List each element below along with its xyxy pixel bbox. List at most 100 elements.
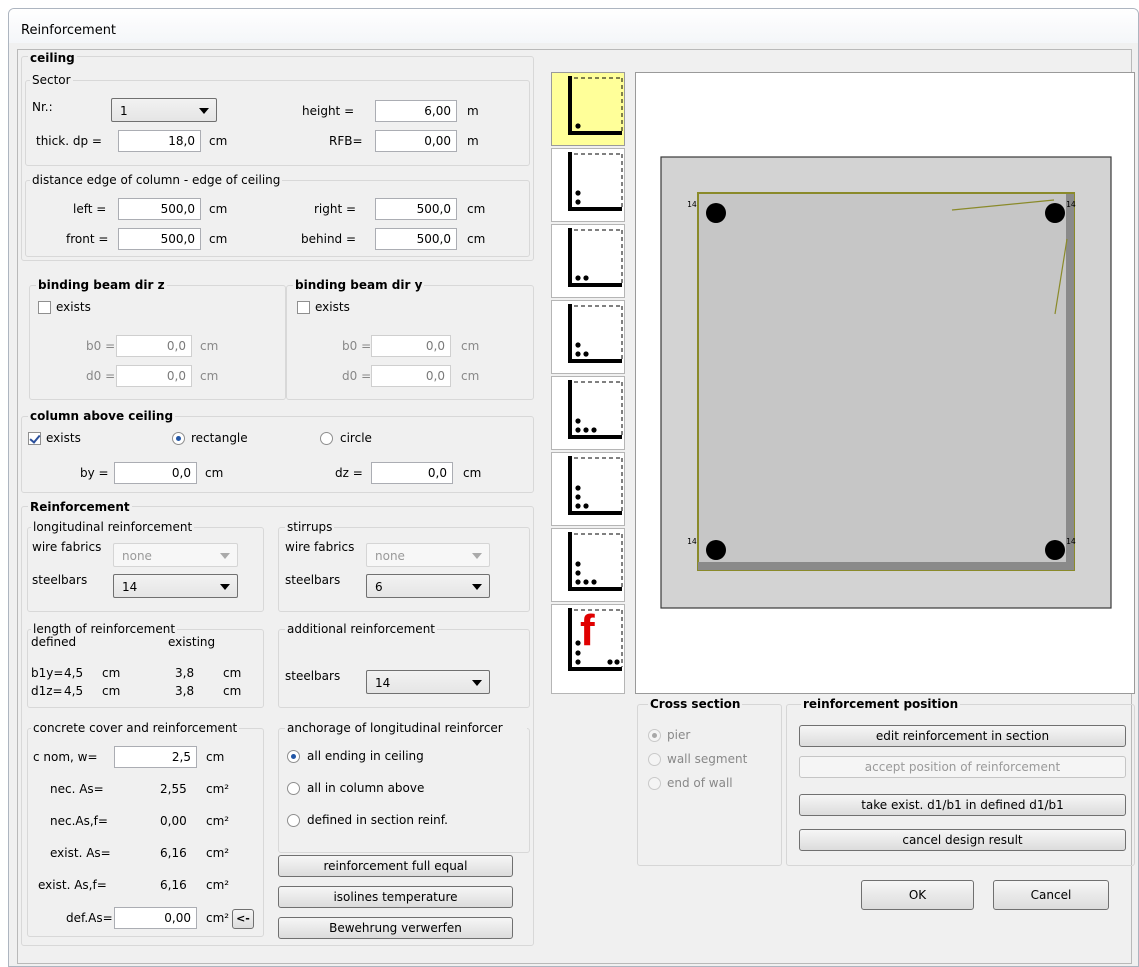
additional-title: additional reinforcement	[285, 622, 438, 636]
chevron-down-icon	[472, 584, 482, 590]
rectangle-radio[interactable]	[172, 432, 185, 445]
beam-y-b0-field[interactable]: 0,0	[371, 335, 451, 357]
defined-label: defined	[31, 635, 77, 649]
additional-steelbars-select[interactable]: 14	[366, 670, 490, 694]
pier-radio[interactable]	[648, 729, 661, 742]
reinforcement-full-equal-button[interactable]: reinforcement full equal	[278, 855, 513, 877]
take-exist-d1b1-button[interactable]: take exist. d1/b1 in defined d1/b1	[799, 794, 1126, 816]
take-value-arrow-button[interactable]: <-	[232, 909, 254, 929]
nr-label: Nr.:	[32, 100, 53, 114]
right-distance-field[interactable]: 500,0	[375, 198, 457, 220]
layout-thumbnail-2[interactable]	[551, 148, 625, 222]
beam-y-d0-field[interactable]: 0,0	[371, 365, 451, 387]
anchorage-ceiling-radio[interactable]	[287, 750, 300, 763]
stirrup-wire-fabrics-select[interactable]: none	[366, 543, 490, 567]
end-of-wall-radio[interactable]	[648, 777, 661, 790]
exist-as-value: 6,16	[160, 846, 187, 860]
thick-field[interactable]: 18,0	[118, 130, 201, 152]
d1z-existing-unit: cm	[223, 684, 242, 698]
b1y-existing-unit: cm	[223, 666, 242, 680]
stirrup-steelbars-select[interactable]: 6	[366, 574, 490, 598]
dz-unit: cm	[463, 466, 482, 480]
longitudinal-title: longitudinal reinforcement	[31, 520, 195, 534]
existing-label: existing	[168, 635, 216, 649]
layout-1-icon	[568, 76, 623, 135]
sector-nr-select[interactable]: 1	[111, 98, 217, 122]
behind-distance-field[interactable]: 500,0	[375, 228, 457, 250]
by-field[interactable]: 0,0	[114, 462, 197, 484]
bewehrung-verwerfen-button[interactable]: Bewehrung verwerfen	[278, 917, 513, 939]
binding-beam-z-group: binding beam dir z exists b0 = 0,0 cm d0…	[29, 278, 286, 400]
behind-label: behind =	[301, 232, 357, 246]
long-steelbars-select[interactable]: 14	[113, 574, 238, 598]
long-steel-value: 14	[122, 580, 138, 594]
layout-3-icon	[568, 228, 623, 287]
beam-z-d0-field[interactable]: 0,0	[116, 365, 192, 387]
by-label: by =	[80, 466, 109, 480]
chevron-down-icon	[472, 680, 482, 686]
rebar-top-left	[706, 203, 726, 223]
stirrup-wire-label: wire fabrics	[285, 540, 355, 554]
isolines-temperature-button[interactable]: isolines temperature	[278, 886, 513, 908]
chevron-down-icon	[199, 108, 209, 114]
layout-thumbnail-7[interactable]	[551, 528, 625, 602]
beam-z-b0-unit: cm	[200, 339, 219, 353]
pier-label: pier	[667, 728, 691, 742]
edit-reinforcement-button[interactable]: edit reinforcement in section	[799, 725, 1126, 747]
dialog-client: ceiling Sector Nr.: 1 height = 6,00 m th…	[17, 49, 1135, 964]
anchorage-group: anchorage of longitudinal reinforcer all…	[278, 721, 530, 853]
column-above-exists-checkbox[interactable]	[28, 432, 41, 445]
thick-unit: cm	[209, 134, 228, 148]
ok-button[interactable]: OK	[861, 880, 974, 910]
length-group: length of reinforcement defined existing…	[27, 622, 264, 708]
anchorage-column-radio[interactable]	[287, 782, 300, 795]
circle-radio[interactable]	[320, 432, 333, 445]
dz-field[interactable]: 0,0	[371, 462, 453, 484]
nec-as-unit: cm²	[206, 782, 230, 796]
rfb-field[interactable]: 0,00	[375, 130, 457, 152]
end-of-wall-label: end of wall	[667, 776, 733, 790]
rebar-top-right	[1045, 203, 1065, 223]
layout-thumbnail-4[interactable]	[551, 300, 625, 374]
def-as-field[interactable]: 0,00	[114, 907, 197, 929]
accept-position-button[interactable]: accept position of reinforcement	[799, 756, 1126, 778]
cnom-field[interactable]: 2,5	[114, 746, 197, 768]
wall-segment-radio[interactable]	[648, 753, 661, 766]
free-layout-letter: f	[580, 606, 595, 655]
beam-y-b0-label: b0 =	[342, 339, 372, 353]
long-steel-label: steelbars	[32, 573, 88, 587]
front-unit: cm	[209, 232, 228, 246]
front-distance-field[interactable]: 500,0	[118, 228, 201, 250]
additional-steel-value: 14	[375, 676, 391, 690]
rfb-label: RFB=	[329, 134, 363, 148]
layout-thumbnail-free[interactable]: f	[551, 604, 625, 694]
cancel-design-result-button[interactable]: cancel design result	[799, 829, 1126, 851]
cross-section-preview: 14 14 14 14	[635, 72, 1135, 694]
anchorage-defined-radio[interactable]	[287, 814, 300, 827]
cross-section-title: Cross section	[648, 697, 743, 711]
chevron-down-icon	[472, 553, 482, 559]
right-unit: cm	[467, 202, 486, 216]
binding-beam-z-exists-checkbox[interactable]	[38, 301, 51, 314]
beam-z-b0-field[interactable]: 0,0	[116, 335, 192, 357]
layout-thumbnail-6[interactable]	[551, 452, 625, 526]
chevron-down-icon	[220, 584, 230, 590]
left-distance-field[interactable]: 500,0	[118, 198, 201, 220]
exist-asf-label: exist. As,f=	[38, 878, 107, 892]
circle-label: circle	[340, 431, 372, 445]
beam-y-d0-unit: cm	[461, 369, 480, 383]
nec-as-value: 2,55	[160, 782, 187, 796]
layout-thumbnail-1[interactable]	[551, 72, 625, 146]
cancel-button[interactable]: Cancel	[993, 880, 1109, 910]
long-wire-fabrics-select[interactable]: none	[113, 543, 238, 567]
layout-thumbnail-5[interactable]	[551, 376, 625, 450]
title-bar: Reinforcement	[9, 9, 1138, 43]
d1z-defined-unit: cm	[102, 684, 121, 698]
cover-group: concrete cover and reinforcement c nom, …	[27, 721, 264, 937]
binding-beam-y-exists-checkbox[interactable]	[297, 301, 310, 314]
left-label: left =	[73, 202, 107, 216]
layout-thumbnail-3[interactable]	[551, 224, 625, 298]
additional-group: additional reinforcement steelbars 14	[278, 622, 530, 708]
height-field[interactable]: 6,00	[375, 100, 457, 122]
sector-nr-value: 1	[120, 104, 128, 118]
